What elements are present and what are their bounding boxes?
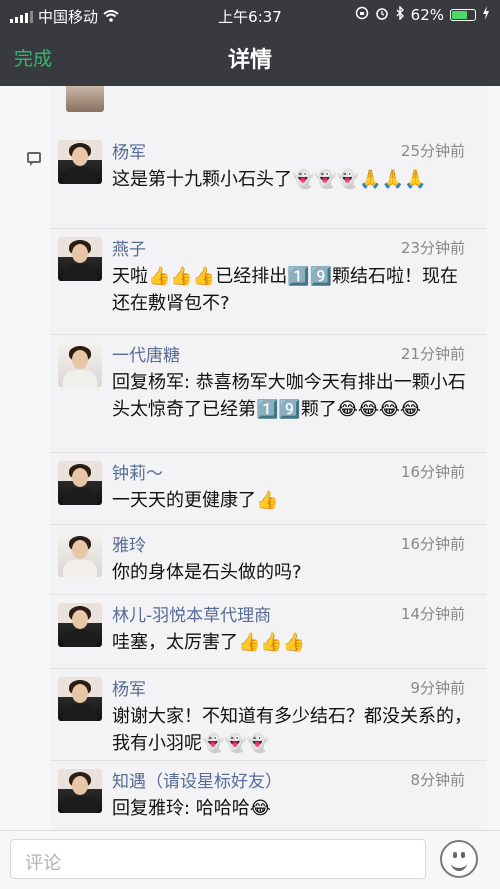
- comment-input[interactable]: 评论: [10, 839, 426, 879]
- commenter-name[interactable]: 杨军: [112, 675, 146, 700]
- comment-time: 9分钟前: [410, 679, 465, 697]
- alarm-icon: [375, 6, 389, 24]
- comment-icon: [27, 152, 41, 166]
- list-item: 林儿-羽悦本草代理商 14分钟前 哇塞，太厉害了👍👍👍: [50, 594, 487, 668]
- list-item: 一代唐糖 21分钟前 回复杨军: 恭喜杨军大咖今天有排出一颗小石头太惊奇了已经第…: [50, 334, 487, 452]
- list-item: 知遇（请设星标好友） 8分钟前 回复雅玲: 哈哈哈😂: [50, 760, 487, 830]
- emoji-icon[interactable]: [440, 840, 478, 878]
- comment-text: 一天天的更健康了👍: [112, 490, 279, 511]
- comment-text: 回复杨军: 恭喜杨军大咖今天有排出一颗小石头太惊奇了已经第1️⃣9️⃣颗了😂😂😂…: [112, 372, 466, 420]
- avatar[interactable]: [58, 237, 102, 281]
- comment-placeholder: 评论: [25, 853, 61, 874]
- page-title: 详情: [227, 48, 272, 73]
- comment-time: 25分钟前: [400, 142, 465, 160]
- commenter-name[interactable]: 钟莉～: [112, 459, 163, 484]
- comment-text: 谢谢大家！不知道有多少结石？都没关系的，我有小羽呢👻👻👻: [112, 706, 472, 754]
- avatar: [66, 86, 104, 112]
- comment-time: 14分钟前: [400, 605, 465, 623]
- comment-time: 16分钟前: [400, 535, 465, 553]
- commenter-name[interactable]: 林儿-羽悦本草代理商: [112, 601, 271, 626]
- bluetooth-icon: [395, 5, 405, 24]
- comment-time: 23分钟前: [400, 239, 465, 257]
- list-item: 杨军 9分钟前 谢谢大家！不知道有多少结石？都没关系的，我有小羽呢👻👻👻: [50, 668, 487, 760]
- avatar[interactable]: [58, 769, 102, 813]
- charging-icon: [482, 6, 490, 24]
- comment-composer: 评论: [0, 830, 500, 889]
- avatar[interactable]: [58, 140, 102, 184]
- list-item: 钟莉～ 16分钟前 一天天的更健康了👍: [50, 452, 487, 524]
- comment-time: 16分钟前: [400, 463, 465, 481]
- comment-time: 8分钟前: [410, 771, 465, 789]
- battery-icon: [450, 9, 476, 21]
- commenter-name[interactable]: 燕子: [112, 235, 146, 260]
- commenter-name[interactable]: 一代唐糖: [112, 341, 180, 366]
- comment-text: 回复雅玲: 哈哈哈😂: [112, 798, 271, 819]
- avatar[interactable]: [58, 533, 102, 577]
- commenter-name[interactable]: 知遇（请设星标好友）: [112, 767, 282, 792]
- lock-rotation-icon: [355, 6, 369, 24]
- nav-bar: 完成 详情: [0, 30, 500, 86]
- comment-text: 这是第十九颗小石头了👻👻👻🙏🙏🙏: [112, 169, 427, 190]
- avatar[interactable]: [58, 603, 102, 647]
- commenter-name[interactable]: 杨军: [112, 138, 146, 163]
- avatar[interactable]: [58, 461, 102, 505]
- list-item: 雅玲 16分钟前 你的身体是石头做的吗?: [50, 524, 487, 594]
- list-item: 燕子 23分钟前 天啦👍👍👍已经排出1️⃣9️⃣颗结石啦！现在还在敷肾包不?: [50, 228, 487, 334]
- phone-screen: 中国移动 上午6:37 62% 完成 详情 杨军 25分钟前 这是第十九颗小石头…: [0, 0, 500, 889]
- list-item: 杨军 25分钟前 这是第十九颗小石头了👻👻👻🙏🙏🙏: [50, 132, 487, 228]
- comment-text: 天啦👍👍👍已经排出1️⃣9️⃣颗结石啦！现在还在敷肾包不?: [112, 266, 459, 314]
- comment-list[interactable]: 杨军 25分钟前 这是第十九颗小石头了👻👻👻🙏🙏🙏 燕子 23分钟前 天啦👍👍👍…: [0, 86, 500, 830]
- comment-text: 你的身体是石头做的吗?: [112, 562, 302, 583]
- comment-text: 哇塞，太厉害了👍👍👍: [112, 632, 306, 653]
- battery-percent: 62%: [410, 6, 444, 24]
- comment-time: 21分钟前: [400, 345, 465, 363]
- status-bar: 中国移动 上午6:37 62%: [0, 0, 500, 30]
- avatar[interactable]: [58, 677, 102, 721]
- commenter-name[interactable]: 雅玲: [112, 531, 146, 556]
- avatar[interactable]: [58, 343, 102, 387]
